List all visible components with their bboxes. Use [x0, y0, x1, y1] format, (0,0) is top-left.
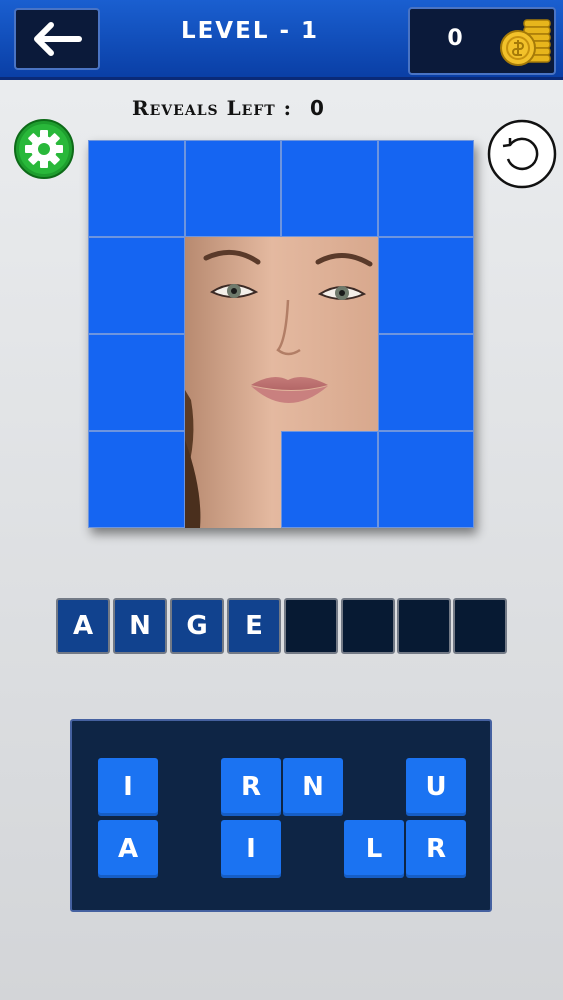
hidden-tile[interactable] — [281, 140, 378, 237]
letter-choices-panel: I R N U A I L R — [70, 719, 492, 912]
reveals-left-value: 0 — [310, 96, 325, 120]
answer-slots: A N G E — [56, 598, 508, 656]
hidden-tile[interactable] — [88, 140, 185, 237]
answer-slot[interactable] — [341, 598, 395, 654]
answer-slot[interactable] — [453, 598, 507, 654]
hidden-tile[interactable] — [281, 431, 378, 528]
letter-key[interactable]: R — [406, 820, 466, 878]
hidden-tile[interactable] — [88, 237, 185, 334]
back-button[interactable] — [14, 8, 100, 70]
hidden-tile[interactable] — [378, 431, 474, 528]
answer-slot[interactable]: E — [227, 598, 281, 654]
letter-key[interactable]: N — [283, 758, 343, 816]
settings-button[interactable] — [13, 118, 75, 180]
coins-display[interactable]: 0 — [408, 7, 556, 75]
letter-key[interactable]: U — [406, 758, 466, 816]
back-arrow-icon — [34, 22, 82, 56]
answer-slot[interactable] — [284, 598, 338, 654]
reveals-left-label: Reveals Left : — [132, 96, 293, 120]
letter-key[interactable]: L — [344, 820, 404, 878]
restart-button[interactable] — [486, 118, 558, 190]
top-bar: LEVEL - 1 0 — [0, 0, 563, 80]
answer-slot[interactable] — [397, 598, 451, 654]
hidden-tile[interactable] — [88, 431, 185, 528]
puzzle-image-grid — [88, 140, 474, 528]
coins-count: 0 — [447, 26, 463, 51]
hidden-tile[interactable] — [378, 140, 474, 237]
hidden-tile[interactable] — [185, 140, 281, 237]
letter-key[interactable]: I — [98, 758, 158, 816]
letter-key[interactable]: A — [98, 820, 158, 878]
answer-slot[interactable]: N — [113, 598, 167, 654]
reveals-left: Reveals Left : 0 — [132, 96, 325, 126]
hidden-tile[interactable] — [88, 334, 185, 431]
answer-slot[interactable]: A — [56, 598, 110, 654]
gold-coins-icon — [500, 19, 551, 66]
restart-icon — [487, 119, 557, 189]
gear-icon — [14, 119, 74, 179]
level-title: LEVEL - 1 — [180, 18, 320, 44]
letter-key[interactable]: I — [221, 820, 281, 878]
letter-key[interactable]: R — [221, 758, 281, 816]
hidden-tile[interactable] — [378, 334, 474, 431]
answer-slot[interactable]: G — [170, 598, 224, 654]
hidden-tile[interactable] — [378, 237, 474, 334]
